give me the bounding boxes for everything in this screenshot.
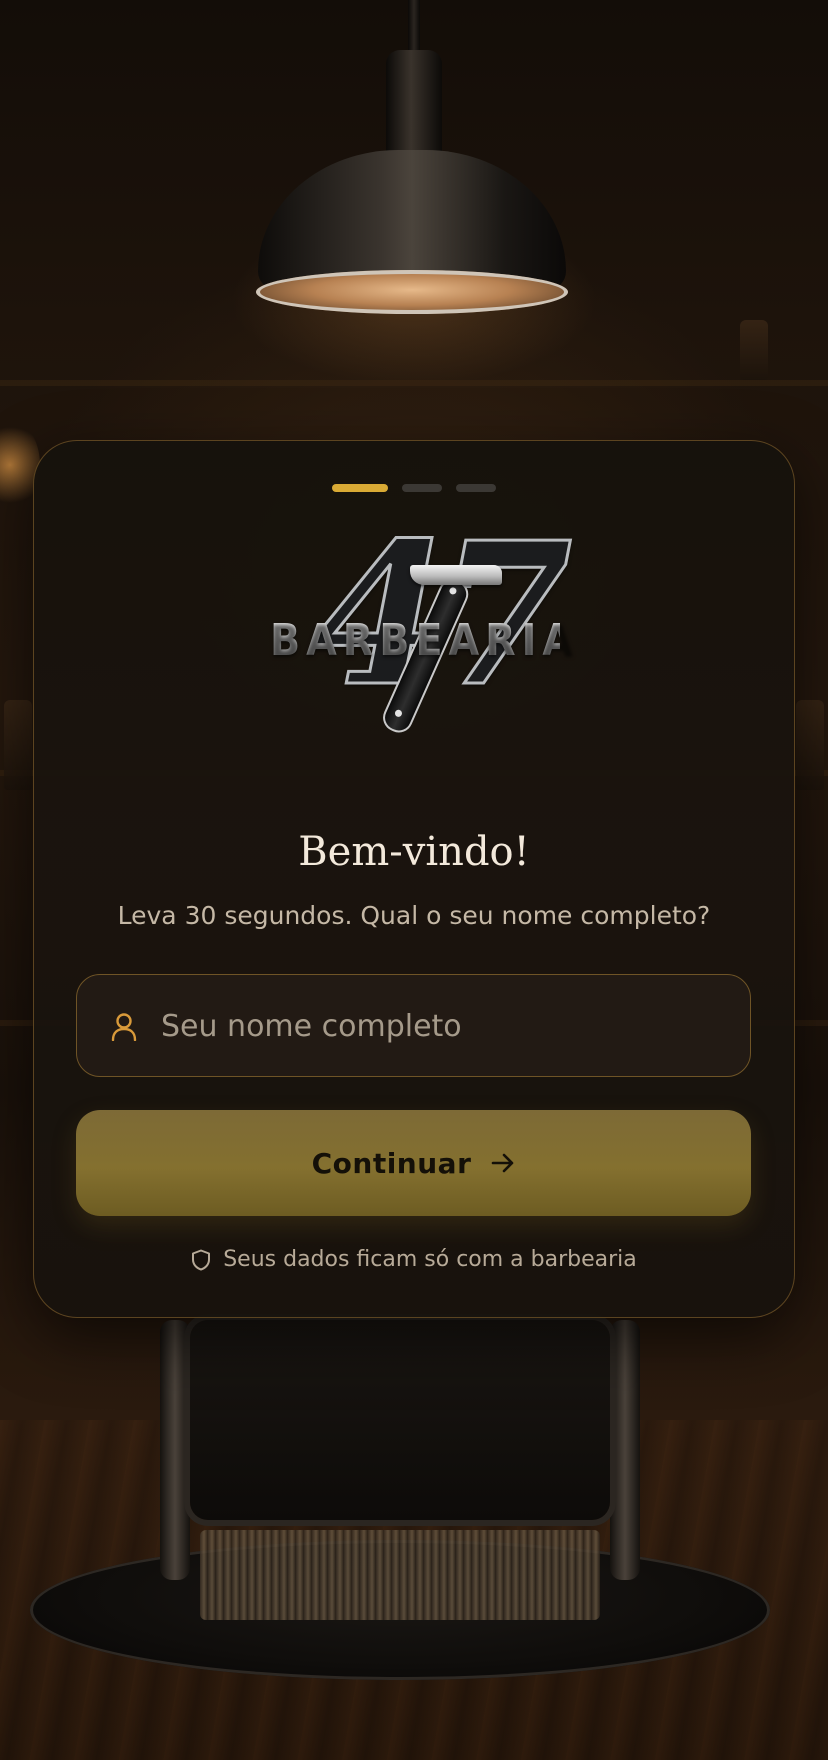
barber-chair-arm xyxy=(610,1320,640,1580)
background-bottle xyxy=(4,700,32,790)
razor-blade-icon xyxy=(410,565,502,585)
barbearia-47-logo: 47 BARBEARIA xyxy=(270,516,579,737)
shield-icon xyxy=(192,1249,211,1270)
lamp-light xyxy=(256,270,568,314)
onboarding-card: 47 BARBEARIA Bem-vindo! Leva 30 segundos… xyxy=(33,440,795,1318)
barber-chair-back xyxy=(190,1320,610,1520)
arrow-right-icon xyxy=(492,1153,514,1173)
name-input[interactable] xyxy=(159,975,733,1077)
step-indicator xyxy=(34,484,794,492)
privacy-text: Seus dados ficam só com a barbearia xyxy=(223,1247,637,1272)
step-dot xyxy=(456,484,496,492)
user-icon xyxy=(111,1013,137,1041)
background-shelf xyxy=(0,380,828,386)
continue-button[interactable]: Continuar xyxy=(76,1110,751,1216)
background-bottle xyxy=(796,700,824,790)
barber-chair-footrest xyxy=(200,1530,600,1620)
step-dot-active xyxy=(332,484,388,492)
background-bottle xyxy=(740,320,768,380)
logo-wordmark: BARBEARIA xyxy=(270,615,579,666)
privacy-note: Seus dados ficam só com a barbearia xyxy=(34,1247,794,1272)
step-dot xyxy=(402,484,442,492)
page-title: Bem-vindo! xyxy=(298,829,530,875)
barber-chair-arm xyxy=(160,1320,190,1580)
page-subtitle: Leva 30 segundos. Qual o seu nome comple… xyxy=(117,901,711,930)
continue-button-label: Continuar xyxy=(311,1146,472,1180)
name-field[interactable] xyxy=(76,974,751,1077)
lamp-neck xyxy=(386,50,442,160)
